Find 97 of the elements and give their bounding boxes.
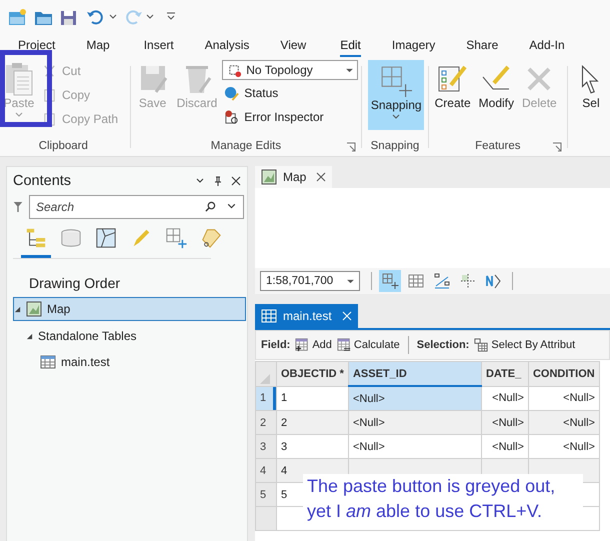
table-cell: <Null>	[348, 434, 482, 458]
tag-icon	[200, 227, 222, 249]
dialog-launcher-icon[interactable]	[346, 142, 356, 152]
table-cell: <Null>	[481, 410, 528, 434]
annotation-text: The paste button is greyed out, yet I am able to use CTRL+V.	[303, 474, 583, 524]
topology-icon	[227, 62, 242, 78]
document-icon	[42, 112, 57, 126]
caret-icon[interactable]	[146, 14, 154, 20]
table-cell: <Null>	[528, 434, 600, 458]
scissors-icon	[42, 64, 57, 78]
tree-item[interactable]: main.test	[13, 350, 246, 374]
calculate-field-icon	[336, 338, 351, 352]
view-tab[interactable]	[21, 227, 51, 258]
expand-icon[interactable]	[26, 332, 33, 340]
section-heading: Drawing Order	[28, 274, 122, 293]
dropdown-arrow-icon	[347, 278, 354, 284]
table-cell: <Null>	[481, 386, 528, 410]
map-sheet-icon	[95, 227, 117, 249]
add-field-icon	[295, 338, 310, 352]
ribbon-tab[interactable]: Edit	[340, 38, 361, 57]
pin-icon[interactable]	[213, 176, 223, 186]
caret-icon	[392, 114, 400, 120]
table-icon	[40, 355, 56, 369]
select-table-icon	[474, 338, 488, 352]
field-button[interactable]: Add	[295, 338, 332, 352]
topology-dropdown[interactable]: No Topology	[222, 60, 358, 80]
snap-grid-icon	[380, 64, 412, 98]
feature-button[interactable]: Modify	[476, 60, 518, 130]
toolbar-label: Field:	[261, 339, 290, 351]
dropdown-arrow-icon	[346, 68, 354, 72]
select-by-attributes-button[interactable]: Select By Attribut	[474, 338, 576, 352]
filter-icon[interactable]	[13, 199, 23, 215]
scale-dropdown[interactable]: 1:58,701,700	[260, 271, 360, 291]
table-cell: 2	[276, 410, 348, 434]
row-header[interactable]: 3	[256, 434, 276, 458]
error-inspector-icon	[224, 110, 240, 124]
group-label: Snapping	[370, 140, 420, 154]
layers-tree-icon	[25, 227, 47, 249]
pane-title: Contents	[13, 173, 72, 189]
column-header[interactable]: OBJECTID *	[276, 362, 348, 386]
new-project-icon[interactable]	[8, 8, 28, 26]
map-icon	[26, 301, 42, 317]
expand-icon[interactable]	[14, 306, 21, 312]
caret-icon	[15, 112, 23, 118]
ribbon-tab[interactable]: Share	[466, 38, 498, 57]
table-cell: <Null>	[348, 410, 482, 434]
edit-tool-button[interactable]: Status	[222, 82, 358, 104]
select-button[interactable]: Sel	[570, 60, 610, 130]
table-cell: <Null>	[348, 386, 482, 410]
group-label: Features	[475, 140, 521, 154]
ribbon-tab[interactable]: Project	[18, 38, 56, 57]
row-header[interactable]: 5	[256, 482, 276, 506]
table-icon	[261, 309, 277, 323]
ribbon-tab[interactable]: Insert	[144, 38, 174, 57]
ribbon-tab[interactable]: View	[280, 38, 306, 57]
database-icon	[60, 227, 82, 249]
customize-icon[interactable]	[166, 12, 176, 22]
info-icon	[224, 86, 240, 100]
table-cell: <Null>	[528, 386, 600, 410]
clipboard-icon	[3, 62, 35, 96]
map-tab[interactable]: Map	[255, 166, 332, 188]
caret-icon[interactable]	[109, 14, 117, 20]
tree-item[interactable]: Standalone Tables	[13, 324, 246, 348]
toolbar-label: Selection:	[416, 339, 470, 351]
snapping-grid-icon[interactable]	[379, 270, 401, 292]
ribbon-tab[interactable]: Add-In	[529, 38, 565, 57]
feature-button[interactable]: Create	[432, 60, 474, 130]
field-button[interactable]: Calculate	[336, 338, 400, 352]
column-header[interactable]: ASSET_ID	[348, 362, 482, 386]
search-field[interactable]: Search	[29, 195, 244, 219]
ribbon-tab[interactable]: Imagery	[392, 38, 436, 57]
row-header[interactable]: 4	[256, 458, 276, 482]
table-tab[interactable]: main.test	[255, 304, 358, 328]
dialog-launcher-icon[interactable]	[552, 142, 562, 152]
table-cell: <Null>	[528, 410, 600, 434]
search-icon[interactable]	[205, 201, 216, 212]
tree-item[interactable]: Map	[13, 297, 246, 321]
ribbon-tab[interactable]: Analysis	[204, 38, 250, 57]
edit-tool-button[interactable]: Error Inspector	[222, 106, 358, 128]
grid-plus-icon	[165, 227, 187, 249]
row-header[interactable]: 2	[256, 410, 276, 434]
column-header[interactable]: DATE_	[481, 362, 528, 386]
snapping-button[interactable]: Snapping	[368, 60, 424, 130]
close-icon[interactable]	[316, 172, 326, 182]
table-cell: 3	[276, 434, 348, 458]
document-icon	[42, 88, 57, 102]
table-cell: <Null>	[481, 434, 528, 458]
corner-triangle-icon	[260, 374, 270, 384]
close-icon[interactable]	[231, 176, 241, 186]
group-label: Manage Edits	[210, 140, 282, 154]
group-label: Clipboard	[38, 140, 89, 154]
row-header[interactable]: 1	[256, 386, 276, 410]
map-icon	[261, 169, 277, 185]
undo-icon[interactable]	[86, 8, 106, 26]
ribbon-tab[interactable]: Map	[86, 38, 110, 57]
table-cell: 1	[276, 386, 348, 410]
column-header[interactable]: CONDITION	[528, 362, 600, 386]
